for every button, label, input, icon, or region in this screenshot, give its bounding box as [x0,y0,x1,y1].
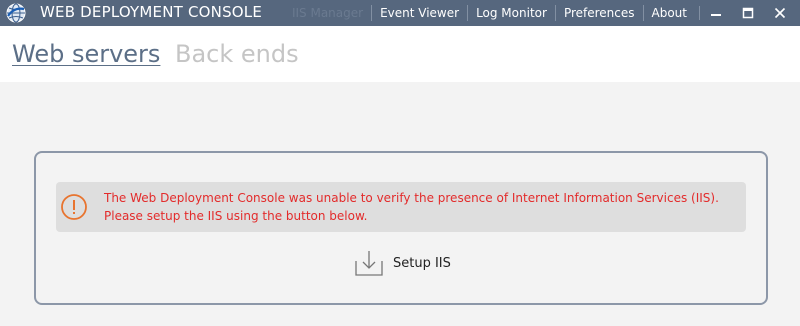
download-tray-icon [355,251,383,276]
setup-iis-label: Setup IIS [393,255,451,271]
menu-item-about[interactable]: About [642,5,695,21]
exclamation-circle-icon [61,194,87,220]
app-title: WEB DEPLOYMENT CONSOLE [40,3,263,21]
tab-back-ends[interactable]: Back ends [175,40,299,68]
globe-logo-icon [6,3,26,23]
setup-iis-button[interactable]: Setup IIS [354,249,451,277]
tab-web-servers[interactable]: Web servers [12,40,160,68]
menu-item-log-monitor[interactable]: Log Monitor [467,5,555,21]
iis-check-panel: The Web Deployment Console was unable to… [34,151,768,305]
warning-banner: The Web Deployment Console was unable to… [56,182,746,232]
top-menu: IIS Manager Event Viewer Log Monitor Pre… [284,5,695,21]
section-tabs: Web servers Back ends [0,26,800,82]
minimize-icon [711,14,721,16]
menu-item-event-viewer[interactable]: Event Viewer [371,5,467,21]
window-controls [695,0,800,26]
warning-message: The Web Deployment Console was unable to… [104,191,719,223]
maximize-icon [742,7,754,19]
menu-item-preferences[interactable]: Preferences [554,5,643,21]
minimize-button[interactable] [700,0,732,26]
close-button[interactable] [764,0,796,26]
maximize-button[interactable] [732,0,764,26]
menu-item-iis-manager: IIS Manager [291,6,364,20]
close-icon [774,7,786,19]
title-bar: WEB DEPLOYMENT CONSOLE IIS Manager Event… [0,0,800,26]
